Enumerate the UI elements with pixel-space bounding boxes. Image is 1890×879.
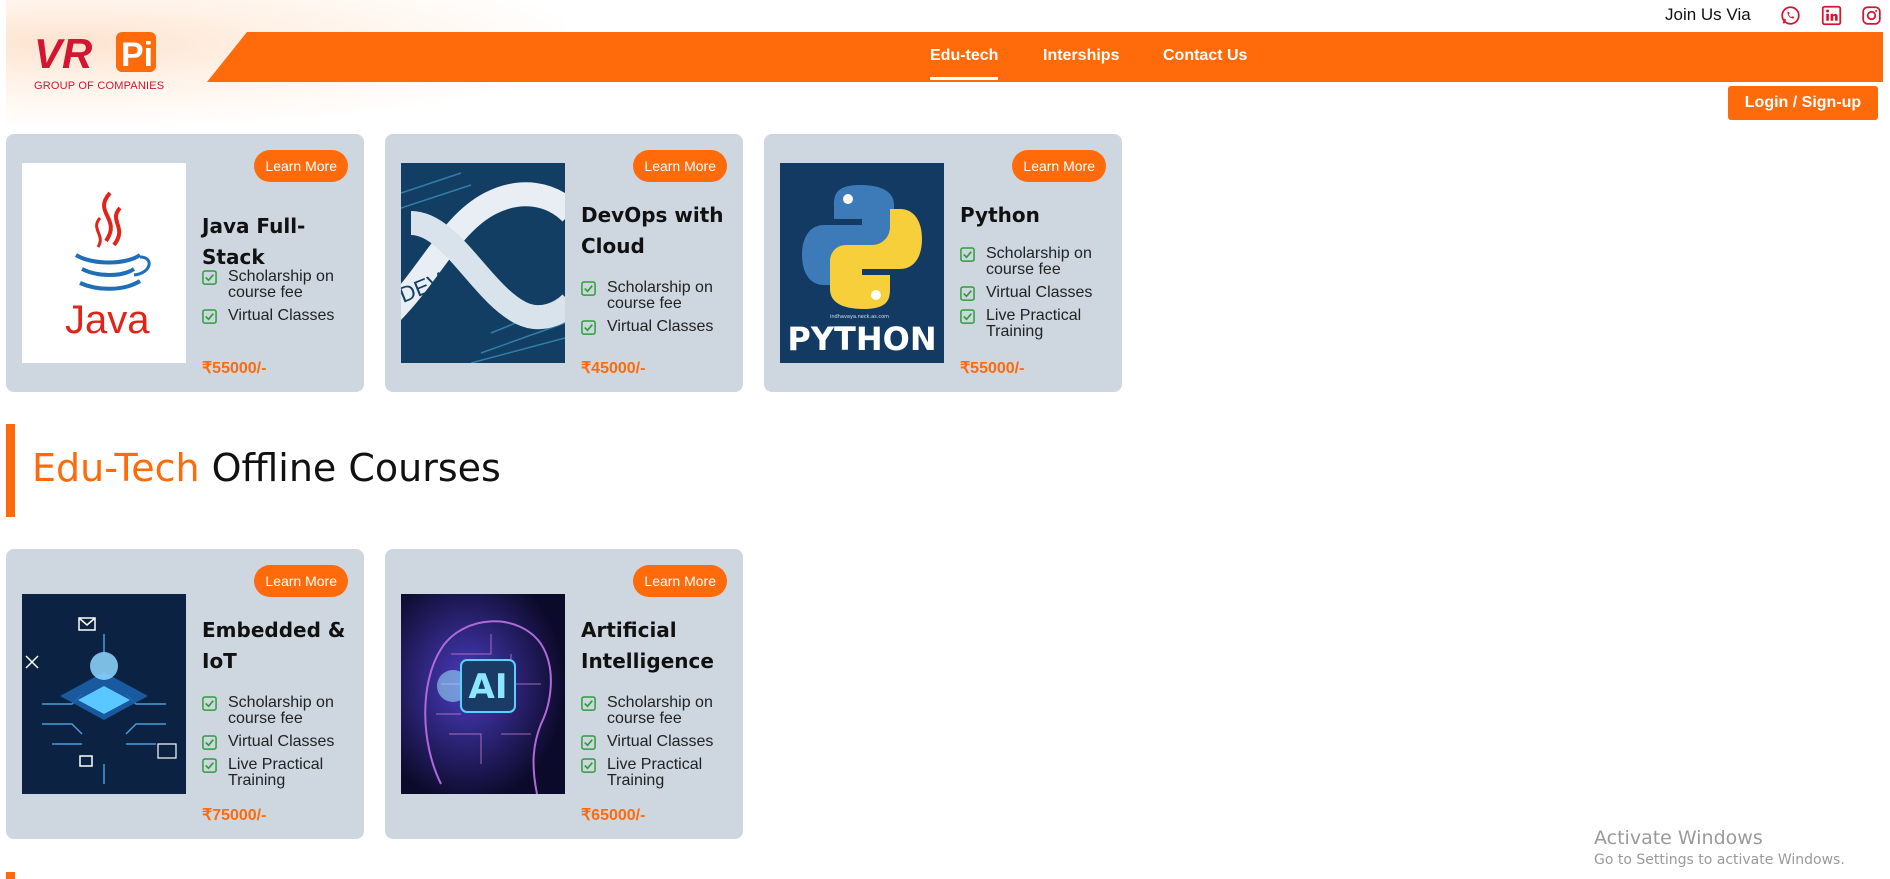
feature-text: Live Practical Training [986, 307, 1082, 340]
feature-text: Scholarship on course fee [607, 694, 713, 727]
feature-text: Virtual Classes [607, 733, 714, 750]
check-icon [202, 735, 217, 750]
ai-label: AI [469, 667, 508, 707]
feature-item: Virtual Classes [581, 319, 731, 335]
login-signup-button[interactable]: Login / Sign-up [1728, 86, 1878, 120]
course-title: DevOps with Cloud [581, 203, 724, 258]
course-title: Python [960, 203, 1040, 227]
feature-text: Scholarship on course fee [986, 245, 1092, 278]
python-logo-icon: indhavaya.neck.as.com PYTHON [780, 163, 944, 363]
course-card-ai: AI Learn More Artificial Intelligence Sc… [385, 549, 743, 839]
course-card-devops: DEV OPS Learn More DevOps with Cloud Sch… [385, 134, 743, 392]
check-icon [202, 309, 217, 324]
course-title: Embedded & IoT [202, 618, 346, 673]
instagram-icon[interactable] [1861, 5, 1882, 26]
feature-text: Scholarship on course fee [228, 694, 334, 727]
check-icon [202, 758, 217, 773]
learn-more-button[interactable]: Learn More [254, 565, 348, 597]
feature-list: Scholarship on course fee Virtual Classe… [960, 246, 1110, 347]
learn-more-button[interactable]: Learn More [254, 150, 348, 182]
logo-text-vr: VR [34, 30, 93, 77]
feature-text: Scholarship on course fee [228, 268, 334, 301]
join-us-label: Join Us Via [1665, 5, 1751, 24]
feature-item: Live Practical Training [202, 757, 352, 789]
learn-more-button[interactable]: Learn More [1012, 150, 1106, 182]
next-section-accent-bar [6, 872, 15, 879]
section-title-accent: Edu-Tech [32, 446, 200, 490]
section-accent-bar [6, 424, 15, 517]
feature-text: Scholarship on course fee [607, 279, 713, 312]
feature-text: Virtual Classes [986, 284, 1093, 301]
section-title-offline: Edu-Tech Offline Courses [32, 446, 501, 490]
course-title: Artificial Intelligence [581, 618, 714, 673]
feature-list: Scholarship on course fee Virtual Classe… [202, 269, 352, 331]
iot-chip-graphic [22, 594, 186, 794]
linkedin-icon[interactable] [1821, 5, 1842, 26]
activate-windows-title: Activate Windows [1594, 827, 1763, 849]
feature-list: Scholarship on course fee Virtual Classe… [202, 695, 352, 796]
feature-item: Scholarship on course fee [202, 269, 352, 301]
learn-more-button[interactable]: Learn More [633, 150, 727, 182]
activate-windows-subtitle: Go to Settings to activate Windows. [1594, 852, 1845, 868]
check-icon [202, 696, 217, 711]
check-icon [581, 758, 596, 773]
course-price: ₹75000/- [202, 807, 267, 824]
feature-item: Scholarship on course fee [581, 280, 731, 312]
python-label: PYTHON [787, 320, 936, 358]
nav-edu-tech[interactable]: Edu-tech [930, 32, 999, 82]
feature-list: Scholarship on course fee Virtual Classe… [581, 280, 731, 342]
feature-item: Scholarship on course fee [960, 246, 1110, 278]
feature-item: Virtual Classes [202, 734, 352, 750]
feature-text: Virtual Classes [607, 318, 714, 335]
learn-more-button[interactable]: Learn More [633, 565, 727, 597]
section-title-rest: Offline Courses [199, 446, 501, 490]
course-card-python: indhavaya.neck.as.com PYTHON Learn More … [764, 134, 1122, 392]
feature-item: Virtual Classes [202, 308, 352, 324]
devops-graphic: DEV OPS [401, 163, 565, 363]
feature-item: Virtual Classes [960, 285, 1110, 301]
logo-subtitle: GROUP OF COMPANIES [34, 80, 165, 92]
nav-interships[interactable]: Interships [1043, 32, 1119, 82]
check-icon [202, 270, 217, 285]
course-price: ₹65000/- [581, 807, 646, 824]
check-icon [960, 286, 975, 301]
check-icon [581, 696, 596, 711]
whatsapp-icon[interactable] [1780, 5, 1801, 26]
course-card-java: Java Learn More Java Full-Stack Scholars… [6, 134, 364, 392]
course-price: ₹55000/- [202, 360, 267, 377]
feature-item: Live Practical Training [960, 308, 1110, 340]
feature-text: Virtual Classes [228, 307, 335, 324]
feature-list: Scholarship on course fee Virtual Classe… [581, 695, 731, 796]
logo-text-pi: Pi [121, 36, 153, 74]
check-icon [960, 309, 975, 324]
ai-head-graphic: AI [401, 594, 565, 794]
check-icon [581, 320, 596, 335]
check-icon [581, 735, 596, 750]
feature-text: Virtual Classes [228, 733, 335, 750]
feature-item: Scholarship on course fee [581, 695, 731, 727]
top-navbar: Edu-tech Interships Contact Us [207, 32, 1883, 82]
feature-item: Live Practical Training [581, 757, 731, 789]
java-logo-icon: Java [22, 163, 186, 363]
svg-text:Java: Java [65, 298, 150, 342]
feature-item: Scholarship on course fee [202, 695, 352, 727]
course-card-embedded-iot: Learn More Embedded & IoT Scholarship on… [6, 549, 364, 839]
nav-contact-us[interactable]: Contact Us [1163, 32, 1247, 82]
feature-item: Virtual Classes [581, 734, 731, 750]
course-title: Java Full-Stack [202, 214, 306, 269]
check-icon [960, 247, 975, 262]
feature-text: Live Practical Training [228, 756, 324, 789]
course-price: ₹55000/- [960, 360, 1025, 377]
feature-text: Live Practical Training [607, 756, 703, 789]
check-icon [581, 281, 596, 296]
course-price: ₹45000/- [581, 360, 646, 377]
